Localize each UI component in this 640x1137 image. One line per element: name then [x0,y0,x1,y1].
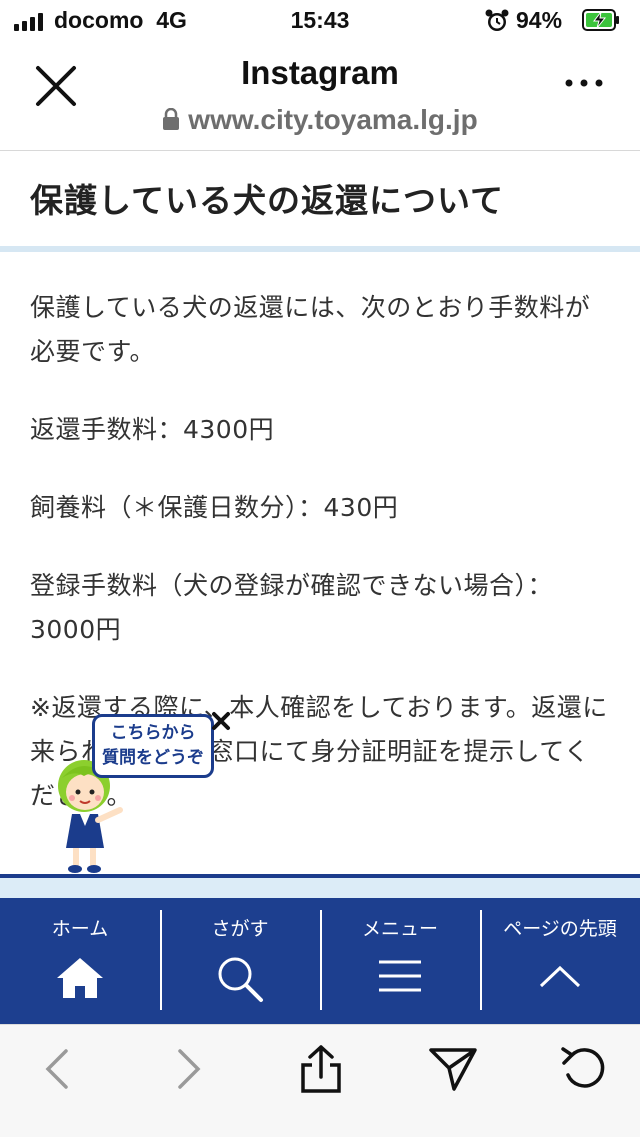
more-icon[interactable] [564,78,604,88]
site-bottom-nav: ホーム さがす メニュー ページの先頭 [0,898,640,1024]
chatbot-bubble[interactable]: こちらから 質問をどうぞ [92,714,214,778]
share-icon[interactable] [298,1043,344,1095]
back-icon[interactable] [40,1047,74,1091]
nav-menu-button[interactable]: メニュー [320,898,480,1024]
registration-fee: 登録手数料（犬の登録が確認できない場合）：3000円 [30,571,554,644]
browser-toolbar [0,1024,640,1137]
chevron-up-icon [539,965,581,988]
url-text: www.city.toyama.lg.jp [188,104,478,135]
footer-divider [0,874,640,898]
url-display[interactable]: www.city.toyama.lg.jp [0,104,640,136]
nav-search-button[interactable]: さがす [160,898,320,1024]
send-icon[interactable] [428,1045,478,1093]
search-icon [218,957,263,1002]
lock-icon [163,108,180,130]
battery-charging-icon [582,9,619,31]
return-fee: 返還手数料：4300円 [30,415,275,444]
battery-percentage: 94% [516,7,563,33]
forward-icon[interactable] [172,1047,206,1091]
reload-icon[interactable] [560,1043,608,1093]
alarm-clock-icon [485,9,509,31]
home-icon [57,958,103,998]
fee-intro: 保護している犬の返還には、次のとおり手数料が必要です。 [30,293,591,366]
nav-page-top-button[interactable]: ページの先頭 [480,898,640,1024]
status-bar: docomo 4G 15:43 94% [0,0,640,44]
page-title: 保護している犬の返還について [30,181,505,220]
chatbot-bubble-line1: こちらから [110,723,196,743]
title-divider [0,246,640,252]
menu-icon [379,960,421,992]
nav-search-label: さがす [211,918,269,940]
browser-header: Instagram www.city.toyama.lg.jp [0,44,640,151]
chatbot-close-icon[interactable] [210,710,232,732]
nav-home-label: ホーム [51,918,109,940]
feeding-fee: 飼養料（＊保護日数分）：430円 [30,493,399,522]
nav-home-button[interactable]: ホーム [0,898,160,1024]
nav-menu-label: メニュー [361,918,438,940]
app-title: Instagram [241,54,399,91]
nav-page-top-label: ページの先頭 [503,918,617,940]
chatbot-bubble-line2: 質問をどうぞ [102,748,204,768]
